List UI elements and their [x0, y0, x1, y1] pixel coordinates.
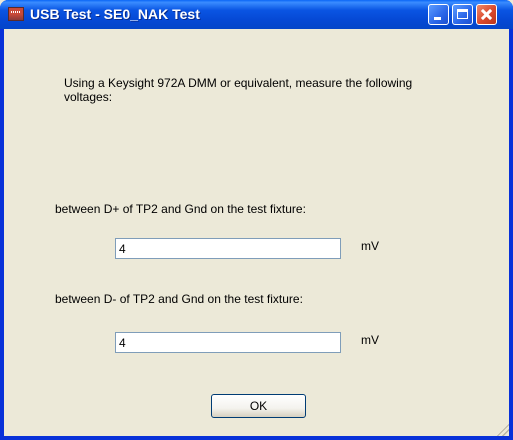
minimize-icon	[434, 17, 441, 20]
resize-grip-icon[interactable]	[497, 424, 509, 436]
ok-button[interactable]: OK	[211, 394, 306, 418]
dminus-voltage-input[interactable]	[115, 332, 341, 353]
maximize-icon	[457, 9, 468, 19]
minimize-button[interactable]	[428, 4, 449, 25]
instructions-text: Using a Keysight 972A DMM or equivalent,…	[64, 76, 413, 104]
dialog-window: USB Test - SE0_NAK Test Using a Keysight…	[0, 0, 513, 440]
app-icon	[8, 7, 24, 21]
title-bar[interactable]: USB Test - SE0_NAK Test	[0, 0, 513, 29]
dplus-voltage-input[interactable]	[115, 238, 341, 259]
maximize-button[interactable]	[452, 4, 473, 25]
dminus-unit-label: mV	[361, 333, 379, 347]
dminus-label: between D- of TP2 and Gnd on the test fi…	[55, 292, 303, 306]
window-title: USB Test - SE0_NAK Test	[30, 6, 200, 22]
close-button[interactable]	[476, 4, 497, 25]
dplus-label: between D+ of TP2 and Gnd on the test fi…	[55, 202, 306, 216]
close-icon	[477, 5, 496, 24]
dplus-unit-label: mV	[361, 239, 379, 253]
